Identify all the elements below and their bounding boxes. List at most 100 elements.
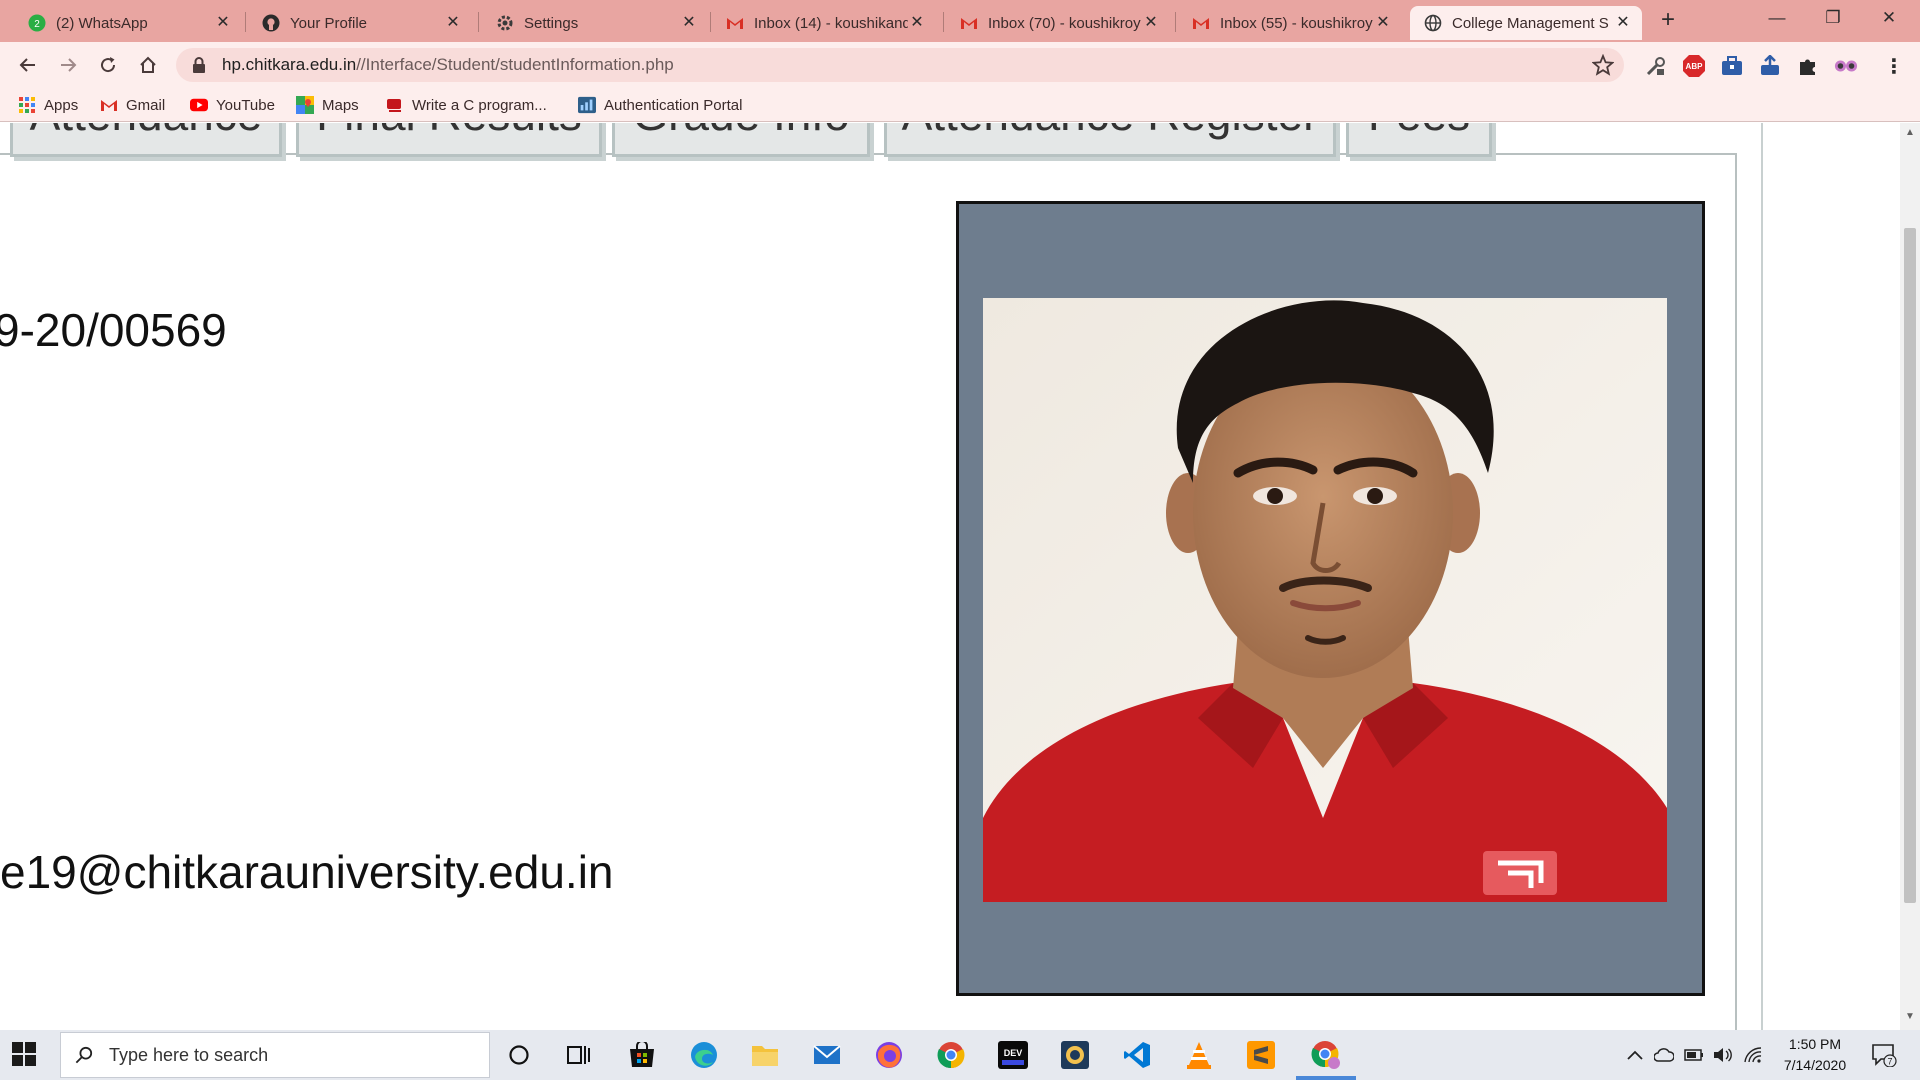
restore-window-button[interactable]: ❐ [1810, 4, 1856, 32]
nav-tab-label: Final Results [299, 123, 599, 137]
email-value: e19@chitkarauniversity.edu.in [0, 846, 614, 898]
clock-time: 1:50 PM [1788, 1036, 1842, 1052]
student-portrait-illustration [983, 298, 1667, 902]
puzzle-extensions-icon[interactable] [1796, 54, 1820, 78]
windows-start-icon[interactable] [12, 1042, 38, 1068]
notification-center-icon[interactable]: 7 [1870, 1044, 1898, 1067]
bookmark-youtube[interactable]: YouTube [190, 94, 275, 116]
minimize-window-button[interactable]: — [1754, 4, 1800, 32]
bookmark-maps[interactable]: Maps [296, 94, 359, 116]
nav-tab-fees[interactable]: Fees [1346, 123, 1492, 157]
maps-icon [296, 96, 314, 114]
chrome-active-icon[interactable] [1311, 1040, 1341, 1070]
page-scrollbar[interactable]: ▲ ▼ [1900, 123, 1920, 1030]
close-window-button[interactable]: ✕ [1866, 4, 1912, 32]
app-icon[interactable] [1060, 1040, 1090, 1070]
bookmark-label: Maps [322, 96, 359, 114]
firefox-icon[interactable] [874, 1040, 904, 1070]
nav-tab-attendance[interactable]: Attendance [10, 123, 282, 157]
tab-close-button[interactable]: ✕ [680, 14, 698, 32]
file-explorer-icon[interactable] [750, 1040, 780, 1070]
edge-icon[interactable] [689, 1040, 719, 1070]
home-button[interactable] [134, 51, 162, 79]
scroll-up-arrow[interactable]: ▲ [1904, 127, 1916, 139]
tab-close-button[interactable]: ✕ [908, 14, 926, 32]
forward-button[interactable] [54, 51, 82, 79]
bookmark-label: Write a C program... [412, 96, 547, 114]
onedrive-icon[interactable] [1654, 1045, 1674, 1065]
tab-close-button[interactable]: ✕ [1614, 14, 1632, 32]
wifi-icon[interactable] [1743, 1045, 1763, 1065]
vscode-icon[interactable] [1122, 1040, 1152, 1070]
tab-close-button[interactable]: ✕ [214, 14, 232, 32]
search-placeholder: Type here to search [109, 1044, 269, 1065]
tab-inbox-70[interactable]: Inbox (70) - koushikroy ✕ [946, 6, 1170, 40]
browser-tab-strip: 2 (2) WhatsApp ✕ Your Profile ✕ Settings… [0, 0, 1920, 42]
chrome-icon[interactable] [936, 1040, 966, 1070]
taskbar-search-box[interactable]: Type here to search [60, 1032, 490, 1078]
tool-extension-icon[interactable] [1644, 54, 1668, 78]
nav-tab-final-results[interactable]: Final Results [296, 123, 602, 157]
windows-taskbar: Type here to search DEV 1:50 PM 7/14/202… [0, 1030, 1920, 1080]
tab-separator [245, 12, 246, 32]
cortana-icon[interactable] [504, 1040, 534, 1070]
show-hidden-icons-icon[interactable] [1625, 1045, 1645, 1065]
tab-separator [943, 12, 944, 32]
apps-grid-icon [18, 96, 36, 114]
lock-icon [190, 56, 208, 74]
svg-text:2: 2 [34, 19, 40, 30]
tab-whatsapp[interactable]: 2 (2) WhatsApp ✕ [14, 6, 242, 40]
bookmark-gmail[interactable]: Gmail [100, 94, 165, 116]
gmail-icon [1192, 14, 1210, 32]
bookmark-write-c-program[interactable]: Write a C program... [386, 94, 547, 116]
battery-icon[interactable] [1684, 1045, 1704, 1065]
student-photo [983, 298, 1667, 902]
system-clock[interactable]: 1:50 PM 7/14/2020 [1770, 1034, 1860, 1076]
vlc-icon[interactable] [1184, 1040, 1214, 1070]
tab-label: Inbox (14) - koushikand [754, 14, 908, 32]
tab-inbox-55[interactable]: Inbox (55) - koushikroy ✕ [1178, 6, 1402, 40]
address-bar[interactable]: hp.chitkara.edu.in//Interface/Student/st… [176, 48, 1624, 82]
scrollbar-thumb[interactable] [1904, 228, 1916, 903]
tab-separator [1175, 12, 1176, 32]
tab-close-button[interactable]: ✕ [1374, 14, 1392, 32]
tab-college-management[interactable]: College Management S ✕ [1410, 6, 1642, 40]
nav-tab-attendance-register[interactable]: Attendance Register [884, 123, 1336, 157]
bookmark-label: Gmail [126, 96, 166, 114]
content-outer-border [1761, 123, 1763, 1030]
new-tab-button[interactable]: + [1656, 8, 1680, 34]
nav-tab-label: Attendance Register [887, 123, 1333, 137]
tab-settings[interactable]: Settings ✕ [482, 6, 708, 40]
tab-close-button[interactable]: ✕ [1142, 14, 1160, 32]
nav-tab-grade-info[interactable]: Grade Info [612, 123, 870, 157]
profile-glasses-icon[interactable] [1834, 54, 1858, 78]
browser-menu-button[interactable]: ⋮ [1882, 54, 1906, 78]
back-button[interactable] [14, 51, 42, 79]
youtube-icon [190, 96, 208, 114]
tab-label: (2) WhatsApp [56, 14, 148, 32]
dev-icon[interactable]: DEV [998, 1040, 1028, 1070]
briefcase-extension-icon[interactable] [1720, 54, 1744, 78]
store-icon[interactable] [627, 1040, 657, 1070]
task-view-icon[interactable] [564, 1040, 594, 1070]
roll-number-value: 9-20/00569 [0, 304, 227, 356]
bookmark-star-icon[interactable] [1591, 53, 1615, 76]
upload-extension-icon[interactable] [1758, 54, 1782, 78]
mail-icon[interactable] [812, 1040, 842, 1070]
nav-tab-label: Fees [1349, 123, 1489, 137]
tab-your-profile[interactable]: Your Profile ✕ [248, 6, 472, 40]
sublime-icon[interactable] [1246, 1040, 1276, 1070]
bookmark-label: YouTube [216, 96, 275, 114]
bookmark-authentication-portal[interactable]: Authentication Portal [578, 94, 742, 116]
volume-icon[interactable] [1713, 1045, 1733, 1065]
nav-tab-label: Attendance [13, 123, 279, 137]
globe-icon [1424, 14, 1442, 32]
bookmark-apps[interactable]: Apps [18, 94, 78, 116]
notification-count: 7 [1887, 1057, 1892, 1067]
reload-button[interactable] [94, 51, 122, 79]
scroll-down-arrow[interactable]: ▼ [1904, 1011, 1916, 1023]
tab-inbox-14[interactable]: Inbox (14) - koushikand ✕ [712, 6, 936, 40]
gmail-icon [100, 96, 118, 114]
adblock-icon[interactable]: ABP [1682, 54, 1706, 78]
tab-close-button[interactable]: ✕ [444, 14, 462, 32]
